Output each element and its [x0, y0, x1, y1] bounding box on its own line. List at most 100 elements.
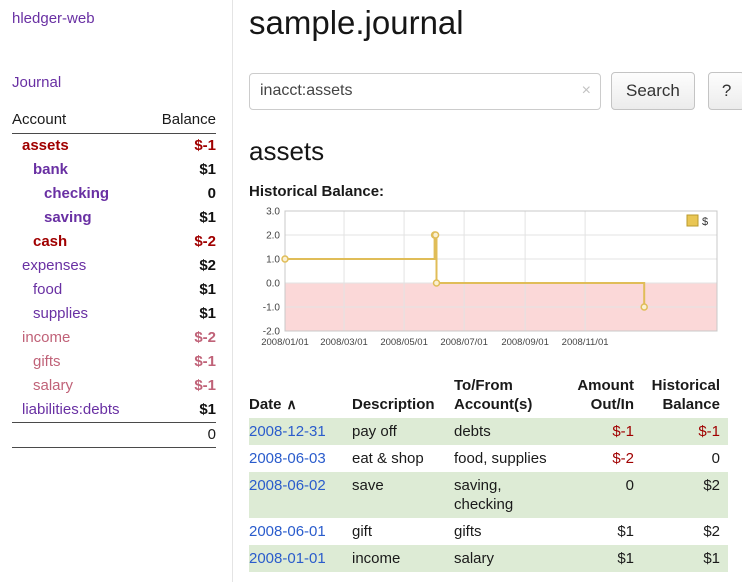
account-link[interactable]: supplies [33, 305, 88, 323]
sort-ascending-icon: ∧ [287, 396, 297, 412]
account-row: expenses $2 [12, 254, 216, 278]
transaction-amount: $-1 [566, 418, 642, 445]
account-row: food $1 [12, 278, 216, 302]
account-name-cell: expenses [12, 254, 148, 278]
search-box: × [249, 73, 601, 110]
account-row: supplies $1 [12, 302, 216, 326]
transaction-row: 2008-06-03eat & shopfood, supplies$-20 [249, 445, 728, 472]
account-balance: $-2 [148, 326, 216, 350]
transaction-accounts: gifts [446, 518, 566, 545]
transaction-date-link[interactable]: 2008-06-01 [249, 523, 326, 540]
transaction-date-cell: 2008-06-03 [249, 445, 344, 472]
svg-text:0.0: 0.0 [266, 279, 280, 290]
accounts-table: Account Balance assets $-1 bank $1 checking 0… [12, 109, 216, 448]
hledger-web-page: hledger-web Journal Account Balance asse… [0, 0, 742, 582]
account-row: cash$-2 [12, 230, 216, 254]
account-balance: $1 [148, 398, 216, 423]
transaction-date-link[interactable]: 2008-12-31 [249, 423, 326, 440]
account-balance: $2 [148, 254, 216, 278]
account-name-cell: food [12, 278, 148, 302]
transaction-accounts: debts [446, 418, 566, 445]
transaction-description: income [344, 545, 446, 572]
transaction-balance: $-1 [642, 418, 728, 445]
account-name-cell: liabilities:debts [12, 398, 148, 423]
account-link[interactable]: salary [33, 377, 73, 395]
accounts-total-value: 0 [148, 423, 216, 448]
transaction-balance: $2 [642, 518, 728, 545]
account-link[interactable]: income [22, 329, 70, 347]
account-name-cell: salary [12, 374, 148, 398]
account-balance: $-1 [148, 134, 216, 159]
account-link[interactable]: assets [22, 137, 69, 155]
svg-text:2008/09/01: 2008/09/01 [501, 337, 549, 348]
transaction-date-cell: 2008-12-31 [249, 418, 344, 445]
search-button[interactable]: Search [611, 72, 695, 110]
help-button[interactable]: ? [708, 72, 742, 110]
account-link[interactable]: checking [44, 185, 109, 203]
search-form: × Search ? [249, 72, 742, 110]
account-row: income $-2 [12, 326, 216, 350]
transaction-amount: $1 [566, 518, 642, 545]
page-title: sample.journal [249, 4, 742, 42]
column-header-label: To/From Account(s) [454, 377, 532, 413]
svg-text:3.0: 3.0 [266, 207, 280, 218]
transaction-description: save [344, 472, 446, 518]
svg-text:1.0: 1.0 [266, 255, 280, 266]
transaction-date-link[interactable]: 2008-01-01 [249, 550, 326, 567]
column-header-amount-out-in: Amount Out/In [566, 374, 642, 418]
accounts-header-account: Account [12, 109, 148, 134]
account-balance: $1 [148, 206, 216, 230]
svg-text:2008/01/01: 2008/01/01 [261, 337, 309, 348]
account-link[interactable]: liabilities:debts [22, 401, 120, 419]
transaction-date-cell: 2008-06-01 [249, 518, 344, 545]
balance-chart-svg: $3.02.01.00.0-1.0-2.02008/01/012008/03/0… [249, 205, 725, 357]
column-header-to-from-account-s-: To/From Account(s) [446, 374, 566, 418]
svg-text:-2.0: -2.0 [263, 327, 281, 338]
transaction-accounts: food, supplies [446, 445, 566, 472]
column-header-date[interactable]: Date ∧ [249, 374, 344, 418]
transaction-accounts: saving, checking [446, 472, 566, 518]
sidebar-item-journal[interactable]: Journal [12, 74, 216, 91]
transaction-date-link[interactable]: 2008-06-02 [249, 477, 326, 494]
account-row: gifts$-1 [12, 350, 216, 374]
account-link[interactable]: saving [44, 209, 92, 227]
account-balance: $1 [148, 158, 216, 182]
account-name-cell: gifts [12, 350, 148, 374]
transaction-description: pay off [344, 418, 446, 445]
account-heading: assets [249, 136, 742, 167]
transaction-date-cell: 2008-06-02 [249, 472, 344, 518]
column-header-label: Historical Balance [652, 377, 720, 413]
account-link[interactable]: food [33, 281, 62, 299]
account-balance: 0 [148, 182, 216, 206]
account-name-cell: bank [12, 158, 148, 182]
transaction-date-cell: 2008-01-01 [249, 545, 344, 572]
transaction-description: eat & shop [344, 445, 446, 472]
account-link[interactable]: expenses [22, 257, 86, 275]
clear-search-icon[interactable]: × [582, 82, 591, 100]
account-row: salary $-1 [12, 374, 216, 398]
account-balance: $1 [148, 302, 216, 326]
account-balance: $1 [148, 278, 216, 302]
account-name-cell: saving [12, 206, 148, 230]
svg-text:2008/03/01: 2008/03/01 [320, 337, 368, 348]
transactions-table: Date∧DescriptionTo/From Account(s)Amount… [249, 374, 728, 572]
account-balance: $-1 [148, 374, 216, 398]
svg-text:-1.0: -1.0 [263, 303, 281, 314]
transaction-amount: $1 [566, 545, 642, 572]
accounts-header-row: Account Balance [12, 109, 216, 134]
transaction-balance: 0 [642, 445, 728, 472]
accounts-header-balance: Balance [148, 109, 216, 134]
app-title-link[interactable]: hledger-web [12, 10, 216, 27]
search-input[interactable] [249, 73, 601, 110]
account-link[interactable]: gifts [33, 353, 61, 371]
transaction-balance: $2 [642, 472, 728, 518]
account-link[interactable]: bank [33, 161, 68, 179]
account-name-cell: assets [12, 134, 148, 159]
column-header-historical-balance: Historical Balance [642, 374, 728, 418]
column-header-label: Date [249, 396, 282, 413]
main-content: sample.journal × Search ? assets Histori… [233, 0, 742, 582]
account-row: bank $1 [12, 158, 216, 182]
transaction-date-link[interactable]: 2008-06-03 [249, 450, 326, 467]
account-row: checking 0 [12, 182, 216, 206]
account-link[interactable]: cash [33, 233, 67, 251]
